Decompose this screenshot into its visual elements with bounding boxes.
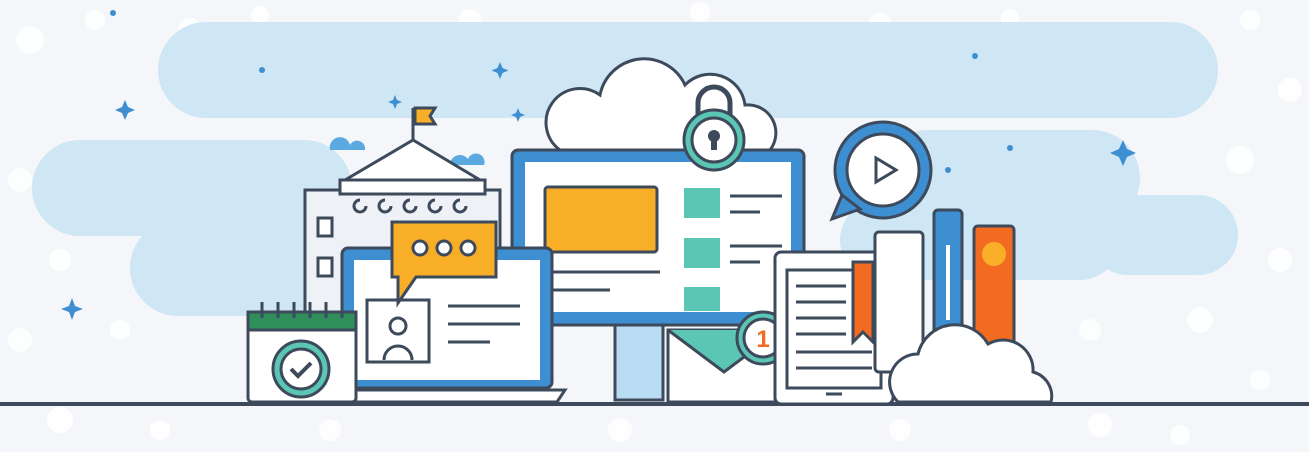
video-play-icon [829, 120, 933, 222]
notification-count: 1 [756, 326, 769, 353]
calendar-check-icon [246, 302, 358, 404]
education-technology-illustration: 1 [0, 2, 1309, 445]
